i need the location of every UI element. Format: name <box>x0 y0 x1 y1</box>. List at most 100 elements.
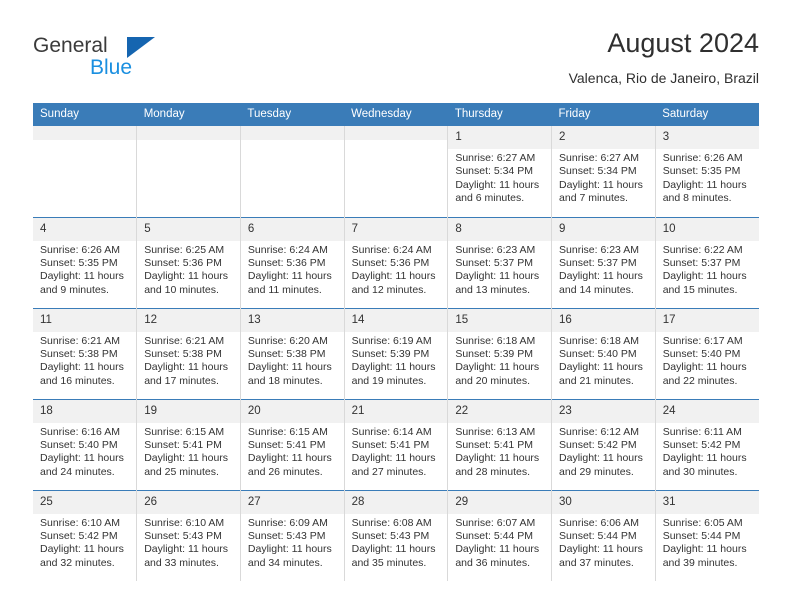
calendar-day-cell[interactable]: 18 Sunrise: 6:16 AM Sunset: 5:40 PM Dayligh… <box>33 398 138 490</box>
daylight-text-line2: and 22 minutes. <box>662 374 738 387</box>
daylight-text-line1: Daylight: 11 hours <box>40 452 124 465</box>
daylight-text-line2: and 8 minutes. <box>662 192 732 205</box>
calendar-day-cell[interactable]: 16 Sunrise: 6:18 AM Sunset: 5:40 PM Dayligh… <box>551 307 656 399</box>
day-detail-lines: Sunrise: 6:16 AM Sunset: 5:40 PM Daylight:… <box>33 423 136 480</box>
day-detail-lines: Sunrise: 6:18 AM Sunset: 5:39 PM Daylight:… <box>448 332 551 389</box>
day-number: 5 <box>137 217 240 241</box>
daylight-text-line2: and 16 minutes. <box>40 374 115 387</box>
calendar-day-cell[interactable]: 19 Sunrise: 6:15 AM Sunset: 5:41 PM Dayligh… <box>136 398 241 490</box>
day-detail-lines: Sunrise: 6:15 AM Sunset: 5:41 PM Daylight:… <box>137 423 240 480</box>
calendar-day-cell[interactable]: 7 Sunrise: 6:24 AM Sunset: 5:36 PM Daylight… <box>344 216 449 308</box>
daylight-text-line2: and 32 minutes. <box>40 556 115 569</box>
sunrise-text: Sunrise: 6:20 AM <box>247 334 328 347</box>
sunrise-text: Sunrise: 6:10 AM <box>40 516 120 529</box>
calendar-day-cell[interactable]: 31 Sunrise: 6:05 AM Sunset: 5:44 PM Dayligh… <box>655 489 759 581</box>
daylight-text-line1: Daylight: 11 hours <box>559 452 643 465</box>
calendar-week-row: 1 Sunrise: 6:27 AM Sunset: 5:34 PM Daylight… <box>33 126 759 217</box>
calendar-day-cell[interactable]: 25 Sunrise: 6:10 AM Sunset: 5:42 PM Dayligh… <box>33 489 138 581</box>
weekday-header-friday: Friday <box>551 103 656 126</box>
logo-text-blue: Blue <box>90 56 133 79</box>
day-detail-lines: Sunrise: 6:21 AM Sunset: 5:38 PM Daylight:… <box>137 332 240 389</box>
daylight-text-line1: Daylight: 11 hours <box>247 452 332 465</box>
sunrise-text: Sunrise: 6:23 AM <box>455 243 536 256</box>
sunset-text: Sunset: 5:39 PM <box>455 347 533 360</box>
day-number: 29 <box>448 490 552 514</box>
calendar-day-cell[interactable]: 1 Sunrise: 6:27 AM Sunset: 5:34 PM Daylight… <box>447 126 553 217</box>
calendar-day-cell[interactable]: 5 Sunrise: 6:25 AM Sunset: 5:36 PM Daylight… <box>136 216 241 308</box>
daylight-text-line1: Daylight: 11 hours <box>144 361 229 374</box>
calendar-day-cell[interactable]: 9 Sunrise: 6:23 AM Sunset: 5:37 PM Daylight… <box>551 216 656 308</box>
sunset-text: Sunset: 5:38 PM <box>40 347 118 360</box>
calendar-day-cell[interactable]: 29 Sunrise: 6:07 AM Sunset: 5:44 PM Dayligh… <box>447 489 553 581</box>
day-detail-lines <box>241 140 344 143</box>
calendar-day-cell[interactable]: 6 Sunrise: 6:24 AM Sunset: 5:36 PM Daylight… <box>240 216 345 308</box>
sunset-text: Sunset: 5:41 PM <box>247 438 326 451</box>
sunrise-text: Sunrise: 6:06 AM <box>559 516 639 529</box>
calendar-day-cell[interactable]: 28 Sunrise: 6:08 AM Sunset: 5:43 PM Dayligh… <box>344 489 449 581</box>
calendar-week-row: 25 Sunrise: 6:10 AM Sunset: 5:42 PM Dayligh… <box>33 489 759 581</box>
daylight-text-line1: Daylight: 11 hours <box>559 361 643 374</box>
sunset-text: Sunset: 5:37 PM <box>559 256 637 269</box>
calendar-empty-cell <box>344 126 449 217</box>
daylight-text-line1: Daylight: 11 hours <box>144 543 229 556</box>
calendar-day-cell[interactable]: 4 Sunrise: 6:26 AM Sunset: 5:35 PM Daylight… <box>33 216 138 308</box>
calendar-day-cell[interactable]: 10 Sunrise: 6:22 AM Sunset: 5:37 PM Dayligh… <box>655 216 759 308</box>
daylight-text-line2: and 6 minutes. <box>455 192 525 205</box>
day-detail-lines <box>345 140 448 143</box>
day-number: 8 <box>448 217 552 241</box>
calendar-day-cell[interactable]: 20 Sunrise: 6:15 AM Sunset: 5:41 PM Dayligh… <box>240 398 345 490</box>
calendar-empty-cell <box>136 126 241 217</box>
sunrise-text: Sunrise: 6:18 AM <box>559 334 639 347</box>
day-number: 14 <box>344 308 448 332</box>
calendar-day-cell[interactable]: 12 Sunrise: 6:21 AM Sunset: 5:38 PM Dayligh… <box>136 307 241 399</box>
calendar-day-cell[interactable]: 27 Sunrise: 6:09 AM Sunset: 5:43 PM Dayligh… <box>240 489 345 581</box>
daylight-text-line1: Daylight: 11 hours <box>559 543 643 556</box>
day-number: 26 <box>137 490 240 514</box>
sunset-text: Sunset: 5:38 PM <box>247 347 326 360</box>
calendar-day-cell[interactable]: 2 Sunrise: 6:27 AM Sunset: 5:34 PM Daylight… <box>551 126 656 217</box>
sunrise-text: Sunrise: 6:26 AM <box>662 152 743 164</box>
sunset-text: Sunset: 5:36 PM <box>247 256 326 269</box>
daylight-text-line2: and 18 minutes. <box>247 374 323 387</box>
calendar-day-cell[interactable]: 26 Sunrise: 6:10 AM Sunset: 5:43 PM Dayligh… <box>136 489 241 581</box>
day-number: 27 <box>240 490 344 514</box>
daylight-text-line1: Daylight: 11 hours <box>455 543 540 556</box>
general-blue-logo[interactable]: General Blue <box>33 34 253 94</box>
sunset-text: Sunset: 5:40 PM <box>559 347 637 360</box>
day-number: 6 <box>240 217 344 241</box>
sunset-text: Sunset: 5:44 PM <box>559 529 637 542</box>
weekday-header-row: Sunday Monday Tuesday Wednesday Thursday… <box>33 103 759 126</box>
page-header: General Blue August 2024 Valenca, Rio de… <box>33 26 759 98</box>
daylight-text-line1: Daylight: 11 hours <box>40 270 124 283</box>
daylight-text-line2: and 15 minutes. <box>662 283 738 296</box>
sunrise-text: Sunrise: 6:05 AM <box>662 516 743 529</box>
sunset-text: Sunset: 5:34 PM <box>455 165 533 178</box>
daylight-text-line1: Daylight: 11 hours <box>40 361 124 374</box>
calendar-day-cell[interactable]: 22 Sunrise: 6:13 AM Sunset: 5:41 PM Dayligh… <box>447 398 553 490</box>
calendar-day-cell[interactable]: 30 Sunrise: 6:06 AM Sunset: 5:44 PM Dayligh… <box>551 489 656 581</box>
sunset-text: Sunset: 5:42 PM <box>662 438 741 451</box>
day-detail-lines <box>33 140 136 143</box>
sunset-text: Sunset: 5:34 PM <box>559 165 637 178</box>
day-number: 3 <box>655 126 759 149</box>
calendar-day-cell[interactable]: 15 Sunrise: 6:18 AM Sunset: 5:39 PM Dayligh… <box>447 307 553 399</box>
daylight-text-line1: Daylight: 11 hours <box>662 452 747 465</box>
day-number: 18 <box>33 399 137 423</box>
calendar-day-cell[interactable]: 23 Sunrise: 6:12 AM Sunset: 5:42 PM Dayligh… <box>551 398 656 490</box>
weekday-header-wednesday: Wednesday <box>344 103 448 126</box>
day-number: 1 <box>448 126 552 149</box>
calendar-day-cell[interactable]: 13 Sunrise: 6:20 AM Sunset: 5:38 PM Dayligh… <box>240 307 345 399</box>
calendar-day-cell[interactable]: 8 Sunrise: 6:23 AM Sunset: 5:37 PM Daylight… <box>447 216 553 308</box>
calendar-day-cell[interactable]: 21 Sunrise: 6:14 AM Sunset: 5:41 PM Dayligh… <box>344 398 449 490</box>
day-detail-lines <box>137 140 240 143</box>
calendar-day-cell[interactable]: 17 Sunrise: 6:17 AM Sunset: 5:40 PM Dayligh… <box>655 307 759 399</box>
daylight-text-line2: and 17 minutes. <box>144 374 219 387</box>
calendar-day-cell[interactable]: 24 Sunrise: 6:11 AM Sunset: 5:42 PM Dayligh… <box>655 398 759 490</box>
day-detail-lines: Sunrise: 6:12 AM Sunset: 5:42 PM Daylight:… <box>552 423 655 480</box>
calendar-day-cell[interactable]: 3 Sunrise: 6:26 AM Sunset: 5:35 PM Daylight… <box>655 126 759 217</box>
calendar-day-cell[interactable]: 14 Sunrise: 6:19 AM Sunset: 5:39 PM Dayligh… <box>344 307 449 399</box>
calendar-day-cell[interactable]: 11 Sunrise: 6:21 AM Sunset: 5:38 PM Dayligh… <box>33 307 138 399</box>
daylight-text-line1: Daylight: 11 hours <box>662 543 747 556</box>
day-detail-lines: Sunrise: 6:07 AM Sunset: 5:44 PM Daylight:… <box>448 514 551 571</box>
daylight-text-line2: and 10 minutes. <box>144 283 219 296</box>
